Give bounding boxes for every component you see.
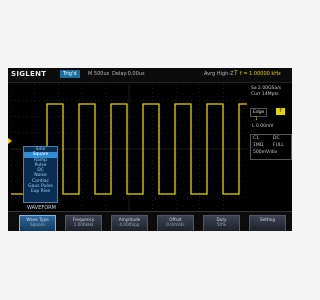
info-panel: Sa 2.00GSa/s Curr 14Mpts Edge ↑ 1 L 0.00…	[248, 84, 292, 202]
acquisition-readout: Avrg High-Z	[204, 71, 234, 77]
softkey-value: Square	[30, 222, 45, 227]
trigger-source: 1	[255, 117, 258, 122]
wave-menu-item[interactable]: Exp Rise	[24, 189, 57, 194]
sample-rate: Sa 2.00GSa/s	[251, 86, 282, 91]
trigger-level: L 0.00mV	[252, 124, 274, 129]
channel-bandwidth: FULL	[273, 143, 284, 148]
trigger-status-badge: Trig'd	[60, 70, 80, 78]
delay-readout: Delay:0.00us	[112, 71, 145, 77]
oscilloscope-screen: SIGLENT Trig'd M 500us Delay:0.00us Avrg…	[8, 68, 292, 231]
timebase-readout: M 500us	[88, 71, 110, 77]
softkey-value: 50%	[216, 222, 227, 227]
softkey-button[interactable]: Offset 0.0mVdc	[157, 215, 194, 231]
channel-coupling: DC	[273, 136, 280, 141]
softkey-button[interactable]: Duty 50%	[203, 215, 240, 231]
status-bar: SIGLENT Trig'd M 500us Delay:0.00us Avrg…	[8, 68, 292, 83]
softkey-button[interactable]: Amplitude 4.000Vpp	[111, 215, 148, 231]
softkey-value: 0.0mVdc	[166, 222, 185, 227]
rising-edge-icon: ↑	[276, 108, 285, 115]
softkey-button[interactable]: Wave Type Square	[19, 215, 56, 231]
wave-type-menu[interactable]: Sine Square Ramp Pulse DC Noise Cardiac Gaus Pu…	[23, 146, 58, 203]
memory-depth: Curr 14Mpts	[251, 92, 279, 97]
channel-info-box[interactable]: C1 DC 1MΩ FULL 500mV/div	[250, 134, 292, 160]
ch1-level-marker-icon[interactable]	[8, 138, 12, 144]
softkey-bar: Wave Type Square Frequency 1.000kHz Amplitud…	[8, 211, 292, 231]
softkey-value: 1.000kHz	[73, 222, 94, 227]
channel-scale: 500mV/div	[253, 150, 278, 155]
softkey-button[interactable]: Setting	[249, 215, 286, 231]
softkey-label: Setting	[260, 217, 275, 222]
softkey-value: 4.000Vpp	[119, 222, 140, 227]
softkey-button[interactable]: Frequency 1.000kHz	[65, 215, 102, 231]
trigger-icon: T	[234, 70, 238, 77]
channel-impedance: 1MΩ	[253, 143, 264, 148]
channel-number: C1	[253, 136, 260, 141]
trigger-type-label[interactable]: Edge	[250, 108, 268, 117]
frequency-readout: f = 1.00000 kHz	[240, 71, 281, 77]
brand-logo: SIGLENT	[11, 70, 47, 78]
